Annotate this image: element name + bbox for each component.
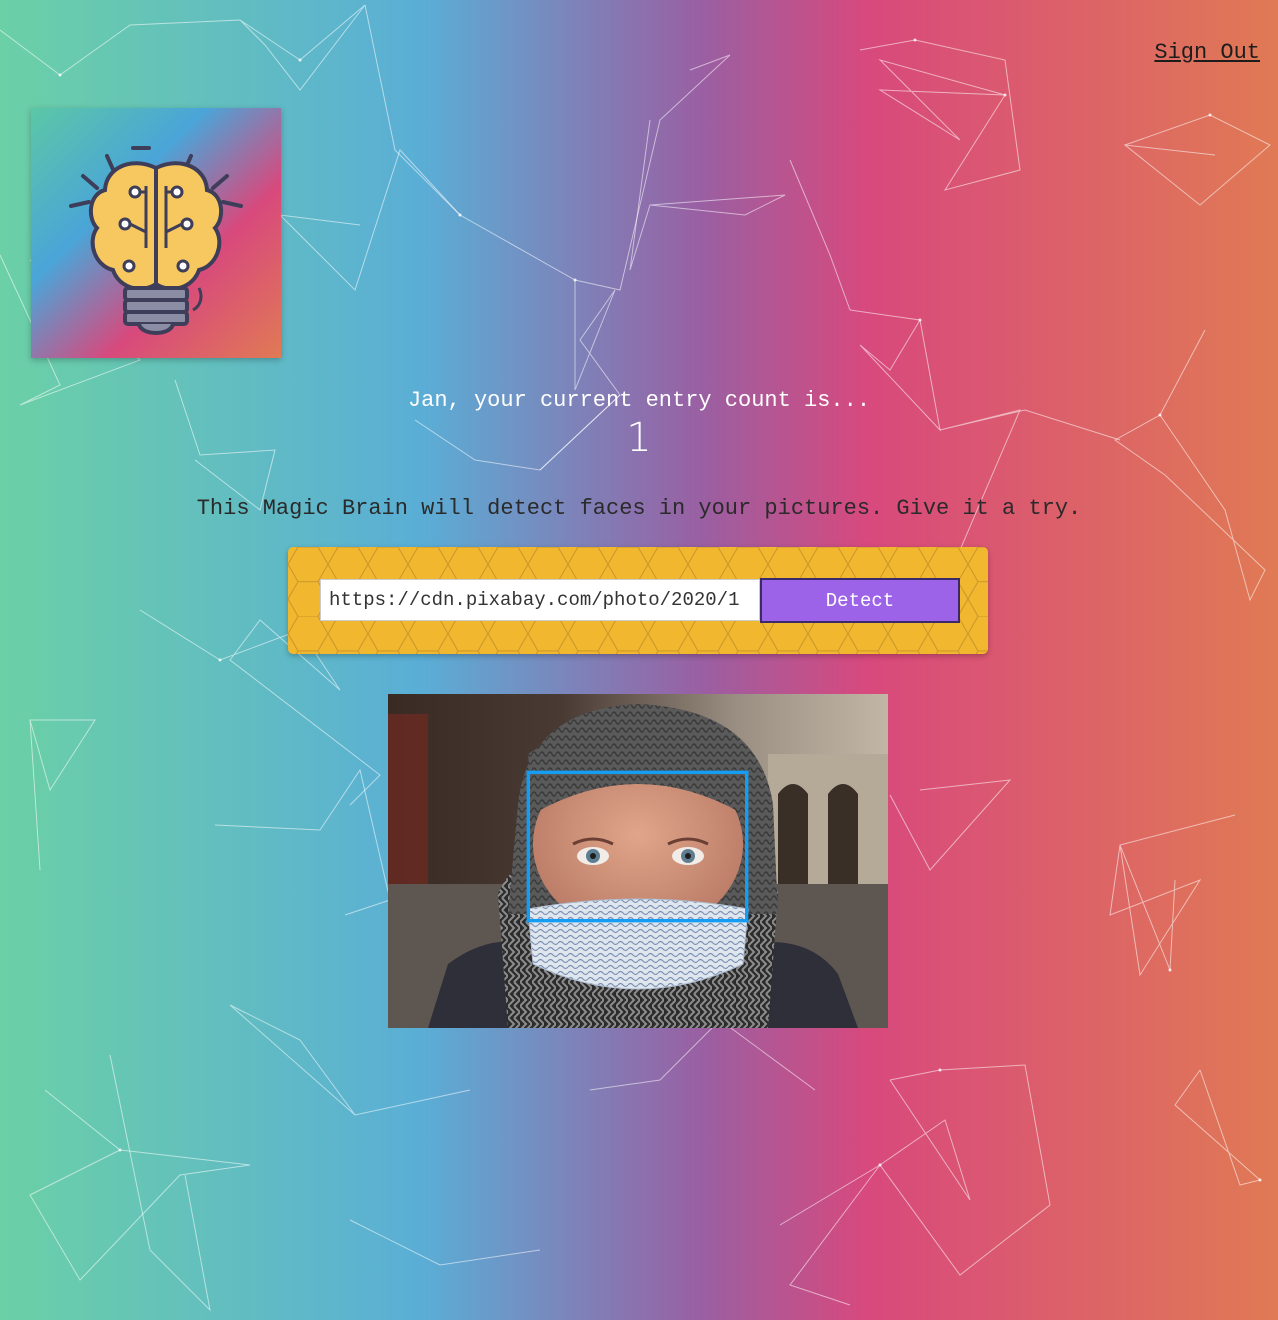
face-bounding-box (527, 771, 748, 922)
input-image (388, 694, 888, 1028)
sign-out-link[interactable]: Sign Out (1154, 40, 1260, 65)
image-url-input[interactable] (320, 579, 760, 621)
entry-count: 1 (626, 415, 652, 461)
brain-lightbulb-icon (69, 146, 243, 335)
detect-button[interactable]: Detect (760, 578, 960, 623)
image-link-form: Detect (288, 547, 988, 654)
tagline: This Magic Brain will detect faces in yo… (196, 496, 1082, 521)
rank-message: Jan, your current entry count is... (407, 388, 871, 413)
entry-rank: Jan, your current entry count is... 1 (0, 388, 1278, 461)
app-logo[interactable] (31, 108, 281, 358)
top-nav: Sign Out (1154, 40, 1260, 65)
